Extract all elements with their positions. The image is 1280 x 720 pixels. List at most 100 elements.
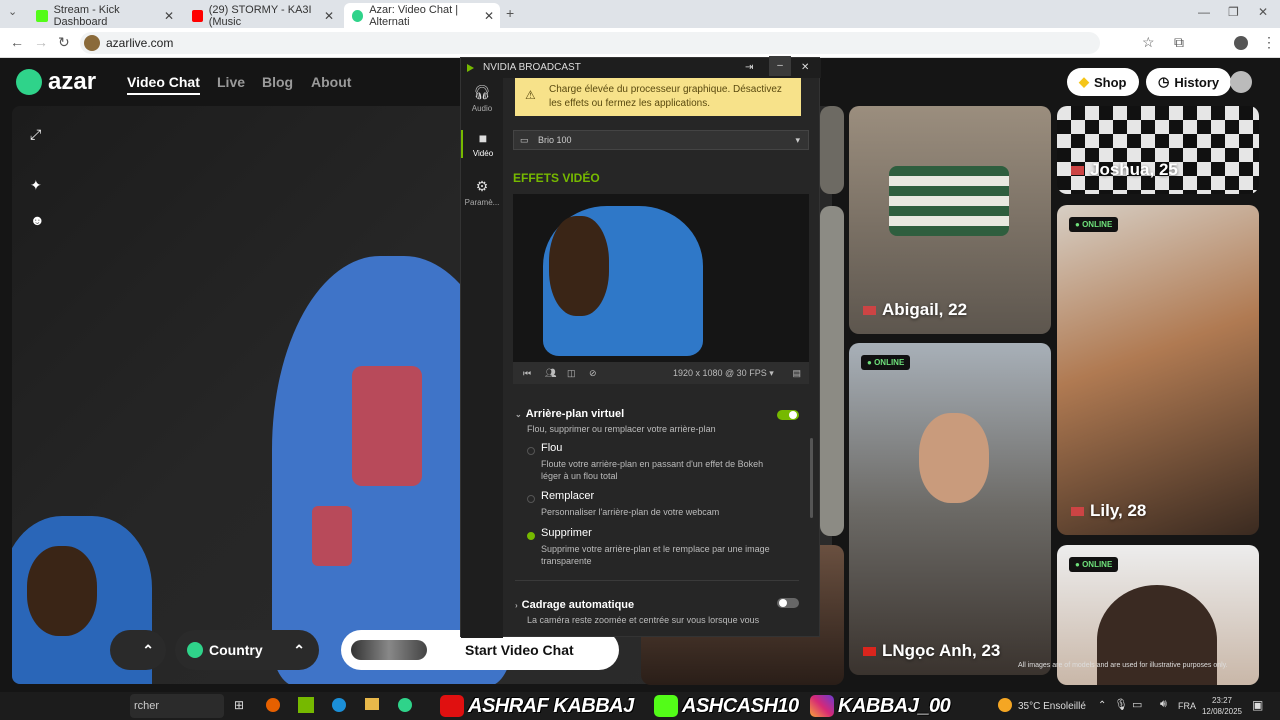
kick-icon — [36, 9, 48, 22]
online-badge: ● ONLINE — [861, 355, 911, 370]
chair-stripe — [312, 506, 352, 566]
nvidia-title: NVIDIA BROADCAST — [483, 62, 581, 73]
maximize-icon[interactable]: ❐ — [1228, 5, 1239, 19]
nav-settings[interactable]: ⚙ Paramè... — [461, 178, 503, 207]
device-name: Brio 100 — [538, 135, 572, 145]
azar-taskbar-icon[interactable] — [398, 698, 412, 712]
task-view-icon[interactable]: ⊞ — [234, 698, 244, 712]
stats-icon[interactable]: ▤ — [792, 362, 801, 384]
kick-handle: ASHCASH10 — [654, 694, 799, 718]
profile-name: Abigail, 22 — [863, 300, 967, 320]
weather-icon — [998, 698, 1012, 712]
nav-video-chat[interactable]: Video Chat — [127, 74, 200, 95]
nav-blog[interactable]: Blog — [262, 74, 293, 90]
radio-supprimer[interactable] — [527, 532, 535, 540]
taskbar-search[interactable]: rcher — [130, 694, 224, 718]
radio-flou[interactable] — [527, 447, 535, 455]
close-icon[interactable]: ✕ — [324, 9, 334, 23]
framing-section-title[interactable]: › Cadrage automatique — [515, 599, 634, 611]
tab-kick[interactable]: Stream - Kick Dashboard ✕ — [28, 3, 180, 28]
nav-about[interactable]: About — [311, 74, 351, 90]
url-input[interactable]: azarlive.com — [80, 32, 1100, 54]
camera-select[interactable]: ▭ Brio 100 ▾ — [513, 130, 809, 150]
country-selector[interactable]: Country ⌃ — [175, 630, 319, 670]
notifications-icon[interactable]: ▣ — [1252, 698, 1263, 712]
bg-toggle[interactable] — [777, 410, 799, 420]
azar-logo[interactable]: azar — [16, 68, 96, 96]
nav-audio-label: Audio — [471, 104, 493, 113]
weather-text[interactable]: 35°C Ensoleillé — [1018, 701, 1086, 712]
chevron-down-icon: ⌄ — [515, 410, 522, 419]
menu-icon[interactable]: ⋮ — [1262, 34, 1276, 51]
shop-label: Shop — [1094, 74, 1127, 90]
window-close-icon[interactable]: ✕ — [1258, 5, 1268, 19]
network-icon[interactable]: ▭ — [1132, 698, 1142, 711]
forward-icon[interactable]: → — [34, 34, 48, 50]
sparkle-icon[interactable]: ✦ — [30, 177, 46, 193]
scrollbar[interactable] — [810, 438, 813, 518]
option-flou-label: Flou — [541, 442, 563, 454]
hide-preview-icon[interactable]: ⊘ — [589, 362, 597, 384]
profile-card[interactable]: Joshua, 25 — [1057, 106, 1259, 194]
nav-video[interactable]: ■ Vidéo — [461, 130, 503, 158]
nvidia-taskbar-icon[interactable] — [298, 697, 314, 713]
history-button[interactable]: ◷ History — [1146, 68, 1232, 96]
sign-in-icon[interactable]: ⇥ — [745, 58, 753, 78]
nv-close-icon[interactable]: ✕ — [801, 58, 809, 78]
language-indicator[interactable]: FRA — [1178, 701, 1196, 711]
expand-icon[interactable]: ⤢ — [30, 126, 46, 142]
headphones-icon: 🎧︎ — [473, 84, 491, 100]
reload-icon[interactable]: ↻ — [58, 34, 70, 51]
tray-chevron-icon[interactable]: ⌃ — [1098, 700, 1106, 711]
nvidia-main: ⚠ Charge élevée du processeur graphique.… — [503, 78, 821, 638]
face-filter-icon[interactable]: ☻ — [30, 212, 46, 228]
radio-remplacer[interactable] — [527, 495, 535, 503]
tab-azar[interactable]: Azar: Video Chat | Alternati ✕ — [344, 3, 500, 28]
country-label: Country — [209, 642, 263, 658]
profile-card[interactable] — [820, 206, 844, 536]
edge-icon[interactable] — [332, 698, 346, 712]
user-avatar[interactable] — [1230, 71, 1252, 93]
mirror-icon[interactable]: ⏮ — [523, 362, 531, 384]
person-icon[interactable]: 👥︎ — [545, 362, 556, 384]
tab-title: (29) STORMY - KA3I (Music — [208, 3, 312, 28]
resolution-select[interactable]: 1920 x 1080 @ 30 FPS ▾ — [673, 362, 774, 384]
bookmark-icon[interactable]: ☆ — [1142, 34, 1155, 51]
profile-card[interactable]: ● ONLINE LNgọc Anh, 23 — [849, 343, 1051, 675]
folder-icon[interactable] — [365, 698, 379, 710]
nv-minimize-icon[interactable]: – — [769, 56, 791, 76]
online-badge: ● ONLINE — [1069, 557, 1119, 572]
taskbar: rcher ⊞ ASHRAF KABBAJ ASHCASH10 KABBAJ_0… — [0, 692, 1280, 720]
mic-icon[interactable]: 🎙︎ — [1114, 698, 1128, 711]
profile-card[interactable]: ● ONLINE Lily, 28 — [1057, 205, 1259, 535]
clock[interactable]: 23:27 12/08/2025 — [1200, 695, 1244, 717]
search-text: rcher — [134, 700, 160, 712]
shop-button[interactable]: ◆ Shop — [1067, 68, 1139, 96]
nav-live[interactable]: Live — [217, 74, 245, 90]
firefox-icon[interactable] — [266, 698, 280, 712]
back-icon[interactable]: ← — [10, 34, 24, 50]
gender-toggle[interactable]: ⌃ — [110, 630, 166, 670]
snapshot-icon[interactable]: ◫ — [567, 362, 576, 384]
profile-card[interactable] — [820, 106, 844, 194]
volume-icon[interactable]: 🔊︎ — [1160, 698, 1167, 711]
chair-stripe — [352, 366, 422, 486]
tab-youtube[interactable]: (29) STORMY - KA3I (Music ✕ — [184, 3, 340, 28]
framing-toggle[interactable] — [777, 598, 799, 608]
pip-face — [27, 546, 97, 636]
nav-audio[interactable]: 🎧︎ Audio — [461, 84, 503, 113]
globe-icon — [187, 642, 203, 658]
profile-photo — [919, 413, 989, 503]
nvidia-sidebar: 🎧︎ Audio ■ Vidéo ⚙ Paramè... — [461, 78, 503, 638]
instagram-handle: KABBAJ_00 — [810, 694, 951, 718]
extensions-icon[interactable]: ⧉ — [1174, 34, 1184, 51]
tab-list-icon[interactable]: ⌄ — [8, 5, 17, 18]
profile-icon[interactable] — [1234, 36, 1248, 50]
bg-section-title[interactable]: ⌄ Arrière-plan virtuel — [515, 408, 624, 420]
close-icon[interactable]: ✕ — [484, 9, 494, 23]
close-icon[interactable]: ✕ — [164, 9, 174, 23]
site-info-icon[interactable] — [84, 35, 100, 51]
profile-card[interactable]: Abigail, 22 — [849, 106, 1051, 334]
minimize-icon[interactable]: — — [1198, 5, 1210, 19]
new-tab-icon[interactable]: + — [506, 5, 514, 21]
